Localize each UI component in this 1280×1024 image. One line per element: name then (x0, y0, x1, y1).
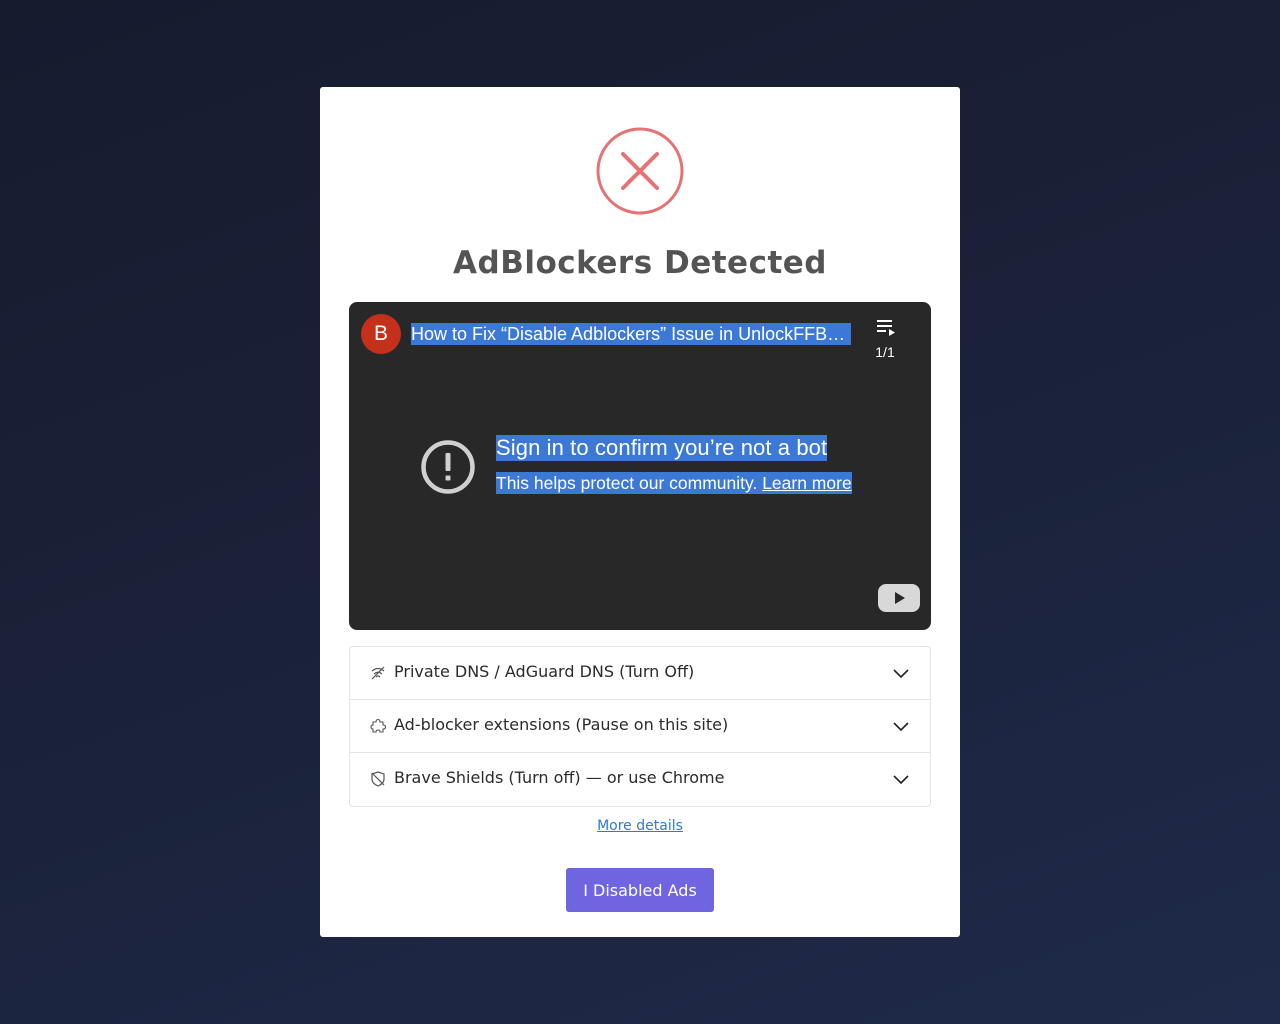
accordion-item-extensions[interactable]: Ad-blocker extensions (Pause on this sit… (350, 700, 930, 753)
chevron-down-icon[interactable] (892, 718, 910, 736)
bot-check-text: This helps protect our community. (496, 473, 758, 493)
alert-circle-icon (421, 440, 475, 494)
video-title[interactable]: How to Fix “Disable Adblockers” Issue in… (411, 323, 851, 345)
modal-title: AdBlockers Detected (453, 245, 827, 281)
more-details-link[interactable]: More details (597, 818, 683, 834)
disabled-ads-button[interactable]: I Disabled Ads (566, 868, 714, 912)
youtube-logo-icon[interactable] (878, 584, 920, 612)
accordion-label: Brave Shields (Turn off) — or use Chrome (394, 768, 725, 787)
accordion-item-private-dns[interactable]: Private DNS / AdGuard DNS (Turn Off) (350, 647, 930, 700)
wifi-off-icon (371, 666, 385, 680)
playlist-count: 1/1 (875, 344, 895, 360)
accordion-item-brave-shields[interactable]: Brave Shields (Turn off) — or use Chrome (350, 753, 930, 806)
help-accordion: Private DNS / AdGuard DNS (Turn Off) Ad-… (349, 646, 931, 807)
adblock-modal: AdBlockers Detected B How to Fix “Disabl… (320, 87, 960, 937)
chevron-down-icon[interactable] (892, 771, 910, 789)
learn-more-link[interactable]: Learn more (762, 473, 852, 493)
accordion-label: Private DNS / AdGuard DNS (Turn Off) (394, 662, 695, 681)
chevron-down-icon[interactable] (892, 665, 910, 683)
shield-off-icon (371, 771, 385, 787)
bot-check-heading: Sign in to confirm you’re not a bot (496, 435, 828, 461)
bot-check-message: This helps protect our community. Learn … (496, 472, 852, 494)
channel-avatar[interactable]: B (361, 314, 401, 354)
playlist-icon[interactable] (877, 319, 897, 337)
embedded-video[interactable]: B How to Fix “Disable Adblockers” Issue … (349, 302, 931, 630)
accordion-label: Ad-blocker extensions (Pause on this sit… (394, 715, 729, 734)
more-details-row: More details (320, 818, 960, 834)
error-x-icon (596, 127, 684, 215)
puzzle-icon (370, 718, 386, 733)
